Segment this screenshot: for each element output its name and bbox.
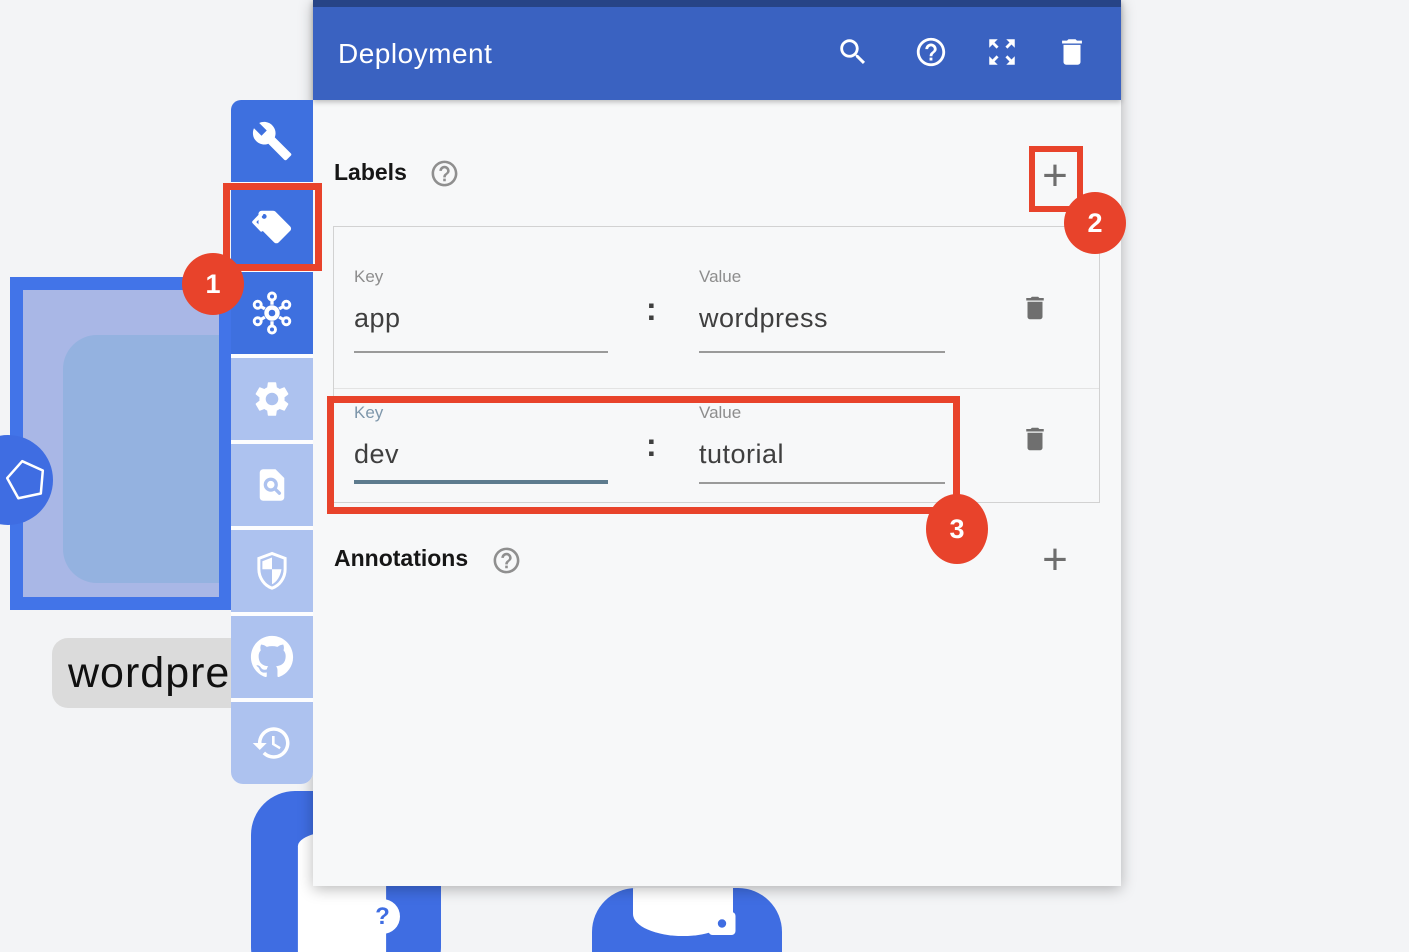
database-node-locked[interactable] bbox=[592, 888, 782, 952]
lock-icon bbox=[698, 891, 746, 939]
window-titlebar: Deployment bbox=[313, 0, 1121, 100]
deployment-node-inner bbox=[63, 335, 232, 583]
document-search-icon bbox=[251, 464, 293, 506]
kv-separator: : bbox=[646, 291, 657, 328]
search-icon[interactable] bbox=[836, 35, 870, 69]
value-input-underline bbox=[699, 351, 945, 353]
annotation-badge-1: 1 bbox=[182, 253, 244, 315]
annotation-badge-3: 3 bbox=[926, 494, 988, 564]
value-input[interactable]: wordpress bbox=[699, 303, 828, 334]
annotation-badge-2: 2 bbox=[1064, 192, 1126, 254]
annotations-section-title: Annotations bbox=[334, 545, 468, 572]
labels-section-title: Labels bbox=[334, 159, 407, 186]
pentagon-icon bbox=[3, 456, 49, 502]
key-input[interactable]: app bbox=[354, 303, 401, 334]
label-row-app: Key app : Value wordpress bbox=[334, 227, 1099, 389]
toolbar-item-security[interactable] bbox=[231, 530, 313, 612]
add-annotation-button[interactable]: + bbox=[1035, 541, 1075, 581]
unknown-badge: ? bbox=[365, 899, 400, 934]
history-icon bbox=[251, 722, 293, 764]
hub-icon bbox=[250, 291, 294, 335]
wrench-icon bbox=[251, 120, 293, 162]
toolbar-item-settings[interactable] bbox=[231, 358, 313, 440]
delete-label-icon[interactable] bbox=[1020, 291, 1050, 325]
trash-icon[interactable] bbox=[1055, 35, 1089, 69]
window-title: Deployment bbox=[338, 7, 492, 100]
labels-help-icon[interactable] bbox=[429, 158, 460, 189]
titlebar-top-strip bbox=[313, 0, 1121, 7]
shield-icon bbox=[251, 550, 293, 592]
help-icon[interactable] bbox=[914, 35, 948, 69]
annotations-help-icon[interactable] bbox=[491, 545, 522, 576]
value-field-label: Value bbox=[699, 267, 741, 287]
annotation-box-step1 bbox=[223, 183, 322, 271]
toolbar-item-github[interactable] bbox=[231, 616, 313, 698]
app-canvas: wordpress ? bbox=[0, 0, 1409, 952]
key-input-underline bbox=[354, 351, 608, 353]
toolbar-item-build[interactable] bbox=[231, 100, 313, 182]
deployment-node[interactable] bbox=[10, 277, 232, 610]
toolbar-item-doc-search[interactable] bbox=[231, 444, 313, 526]
key-field-label: Key bbox=[354, 267, 383, 287]
github-icon bbox=[250, 635, 294, 679]
delete-label-icon[interactable] bbox=[1020, 422, 1050, 456]
expand-icon[interactable] bbox=[985, 35, 1019, 69]
gear-icon bbox=[251, 378, 293, 420]
annotation-box-step3 bbox=[327, 396, 960, 514]
toolbar-item-history[interactable] bbox=[231, 702, 313, 784]
